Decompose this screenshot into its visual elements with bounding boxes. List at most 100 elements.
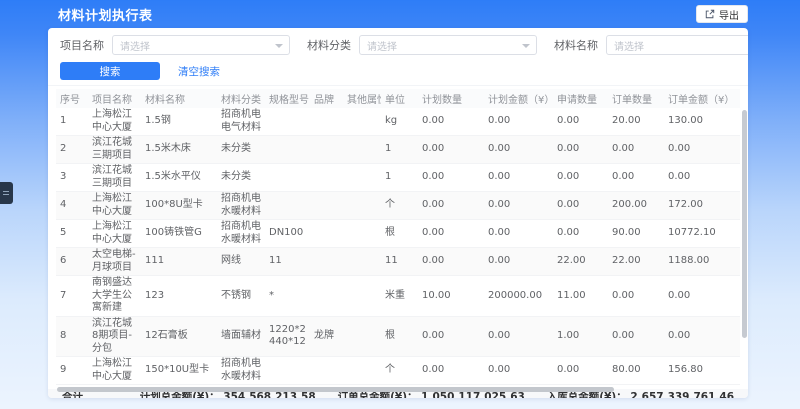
cell-other bbox=[343, 357, 381, 385]
table-row: 4上海松江中心大厦100*8U型卡招商机电水暖材料个0.000.000.0020… bbox=[56, 192, 740, 220]
vertical-scrollbar[interactable] bbox=[742, 110, 747, 338]
cell-project: 滨江花城三期项目 bbox=[88, 136, 141, 164]
column-header: 订单金额（¥） bbox=[664, 89, 740, 108]
cell-apply_qty: 0.00 bbox=[553, 136, 608, 164]
cell-material: 1.5米水平仪 bbox=[141, 164, 217, 192]
table-header-row: 序号项目名称材料名称材料分类规格型号品牌其他属性单位计划数量计划金额（¥）申请数… bbox=[56, 89, 740, 108]
column-header: 材料分类 bbox=[217, 89, 265, 108]
cell-order_qty: 0.00 bbox=[608, 276, 664, 317]
cell-apply_qty: 0.00 bbox=[553, 164, 608, 192]
titlebar: 材料计划执行表 导出 bbox=[0, 0, 800, 28]
cell-brand: 龙牌 bbox=[310, 316, 343, 357]
table-row: 1上海松江中心大厦1.5钢招商机电电气材料kg0.000.000.0020.00… bbox=[56, 108, 740, 136]
cell-unit: 1 bbox=[381, 164, 418, 192]
clear-search-link[interactable]: 清空搜索 bbox=[178, 64, 220, 79]
column-header: 项目名称 bbox=[88, 89, 141, 108]
search-button[interactable]: 搜索 bbox=[60, 62, 160, 80]
column-header: 计划数量 bbox=[418, 89, 484, 108]
table-row: 3滨江花城三期项目1.5米水平仪未分类10.000.000.000.000.00 bbox=[56, 164, 740, 192]
table-row: 7南钢盛达大学生公寓新建123不锈钢*米重10.00200000.0011.00… bbox=[56, 276, 740, 317]
cell-order_amt: 0.00 bbox=[664, 276, 740, 317]
cell-category: 网线 bbox=[217, 248, 265, 276]
cell-category: 招商机电电气材料 bbox=[217, 108, 265, 136]
filter-section: 项目名称 请选择 材料分类 请选择 材料名称 请选择 bbox=[48, 28, 748, 86]
cell-order_qty: 0.00 bbox=[608, 316, 664, 357]
project-name-select[interactable]: 请选择 bbox=[112, 35, 290, 55]
cell-no: 2 bbox=[56, 136, 88, 164]
cell-other bbox=[343, 316, 381, 357]
cell-other bbox=[343, 108, 381, 136]
cell-no: 1 bbox=[56, 108, 88, 136]
cell-other bbox=[343, 220, 381, 248]
horizontal-scrollbar[interactable] bbox=[57, 387, 614, 392]
cell-plan_qty: 10.00 bbox=[418, 276, 484, 317]
filter-label: 材料分类 bbox=[307, 37, 351, 53]
cell-plan_amt: 0.00 bbox=[484, 192, 553, 220]
cell-category: 不锈钢 bbox=[217, 276, 265, 317]
export-button[interactable]: 导出 bbox=[696, 5, 748, 23]
cell-unit: 根 bbox=[381, 316, 418, 357]
column-header: 单位 bbox=[381, 89, 418, 108]
material-category-select[interactable]: 请选择 bbox=[359, 35, 537, 55]
cell-spec bbox=[265, 108, 310, 136]
chevron-down-icon bbox=[522, 44, 530, 48]
cell-apply_qty: 0.00 bbox=[553, 357, 608, 385]
cell-material: 1.5钢 bbox=[141, 108, 217, 136]
cell-project: 南钢盛达大学生公寓新建 bbox=[88, 276, 141, 317]
cell-no: 8 bbox=[56, 316, 88, 357]
cell-plan_amt: 0.00 bbox=[484, 357, 553, 385]
cell-category: 招商机电水暖材料 bbox=[217, 357, 265, 385]
cell-order_qty: 90.00 bbox=[608, 220, 664, 248]
cell-order_amt: 0.00 bbox=[664, 164, 740, 192]
cell-unit: 11 bbox=[381, 248, 418, 276]
cell-category: 墙面辅材 bbox=[217, 316, 265, 357]
column-header: 材料名称 bbox=[141, 89, 217, 108]
filter-label: 材料名称 bbox=[554, 37, 598, 53]
cell-plan_amt: 0.00 bbox=[484, 164, 553, 192]
column-header: 序号 bbox=[56, 89, 88, 108]
cell-plan_amt: 0.00 bbox=[484, 108, 553, 136]
cell-apply_qty: 22.00 bbox=[553, 248, 608, 276]
cell-plan_amt: 200000.00 bbox=[484, 276, 553, 317]
cell-unit: 个 bbox=[381, 192, 418, 220]
cell-apply_qty: 11.00 bbox=[553, 276, 608, 317]
cell-no: 6 bbox=[56, 248, 88, 276]
cell-spec: * bbox=[265, 276, 310, 317]
cell-spec bbox=[265, 136, 310, 164]
cell-apply_qty: 0.00 bbox=[553, 108, 608, 136]
table-row: 2滨江花城三期项目1.5米木床未分类10.000.000.000.000.00 bbox=[56, 136, 740, 164]
data-table: 序号项目名称材料名称材料分类规格型号品牌其他属性单位计划数量计划金额（¥）申请数… bbox=[48, 86, 748, 385]
cell-project: 上海松江中心大厦 bbox=[88, 192, 141, 220]
export-label: 导出 bbox=[719, 7, 739, 22]
cell-apply_qty: 0.00 bbox=[553, 220, 608, 248]
cell-order_qty: 80.00 bbox=[608, 357, 664, 385]
cell-order_amt: 1188.00 bbox=[664, 248, 740, 276]
table-row: 6太空电梯-月球项目111网线11110.000.0022.0022.00118… bbox=[56, 248, 740, 276]
cell-material: 150*10U型卡 bbox=[141, 357, 217, 385]
cell-apply_qty: 0.00 bbox=[553, 192, 608, 220]
cell-spec: 11 bbox=[265, 248, 310, 276]
cell-plan_qty: 0.00 bbox=[418, 108, 484, 136]
cell-no: 4 bbox=[56, 192, 88, 220]
cell-order_amt: 130.00 bbox=[664, 108, 740, 136]
cell-other bbox=[343, 192, 381, 220]
cell-no: 7 bbox=[56, 276, 88, 317]
cell-unit: 根 bbox=[381, 220, 418, 248]
cell-plan_qty: 0.00 bbox=[418, 136, 484, 164]
cell-no: 3 bbox=[56, 164, 88, 192]
cell-order_qty: 0.00 bbox=[608, 164, 664, 192]
filter-project-name: 项目名称 请选择 bbox=[60, 35, 290, 55]
cell-no: 9 bbox=[56, 357, 88, 385]
cell-no: 5 bbox=[56, 220, 88, 248]
cell-order_amt: 0.00 bbox=[664, 316, 740, 357]
sidebar-collapsed-handle[interactable] bbox=[0, 182, 13, 204]
cell-plan_qty: 0.00 bbox=[418, 248, 484, 276]
cell-brand bbox=[310, 276, 343, 317]
filter-material-category: 材料分类 请选择 bbox=[307, 35, 537, 55]
table-row: 9上海松江中心大厦150*10U型卡招商机电水暖材料个0.000.000.008… bbox=[56, 357, 740, 385]
cell-brand bbox=[310, 357, 343, 385]
material-name-select[interactable]: 请选择 bbox=[606, 35, 748, 55]
cell-brand bbox=[310, 108, 343, 136]
column-header: 申请数量 bbox=[553, 89, 608, 108]
chevron-down-icon bbox=[275, 44, 283, 48]
